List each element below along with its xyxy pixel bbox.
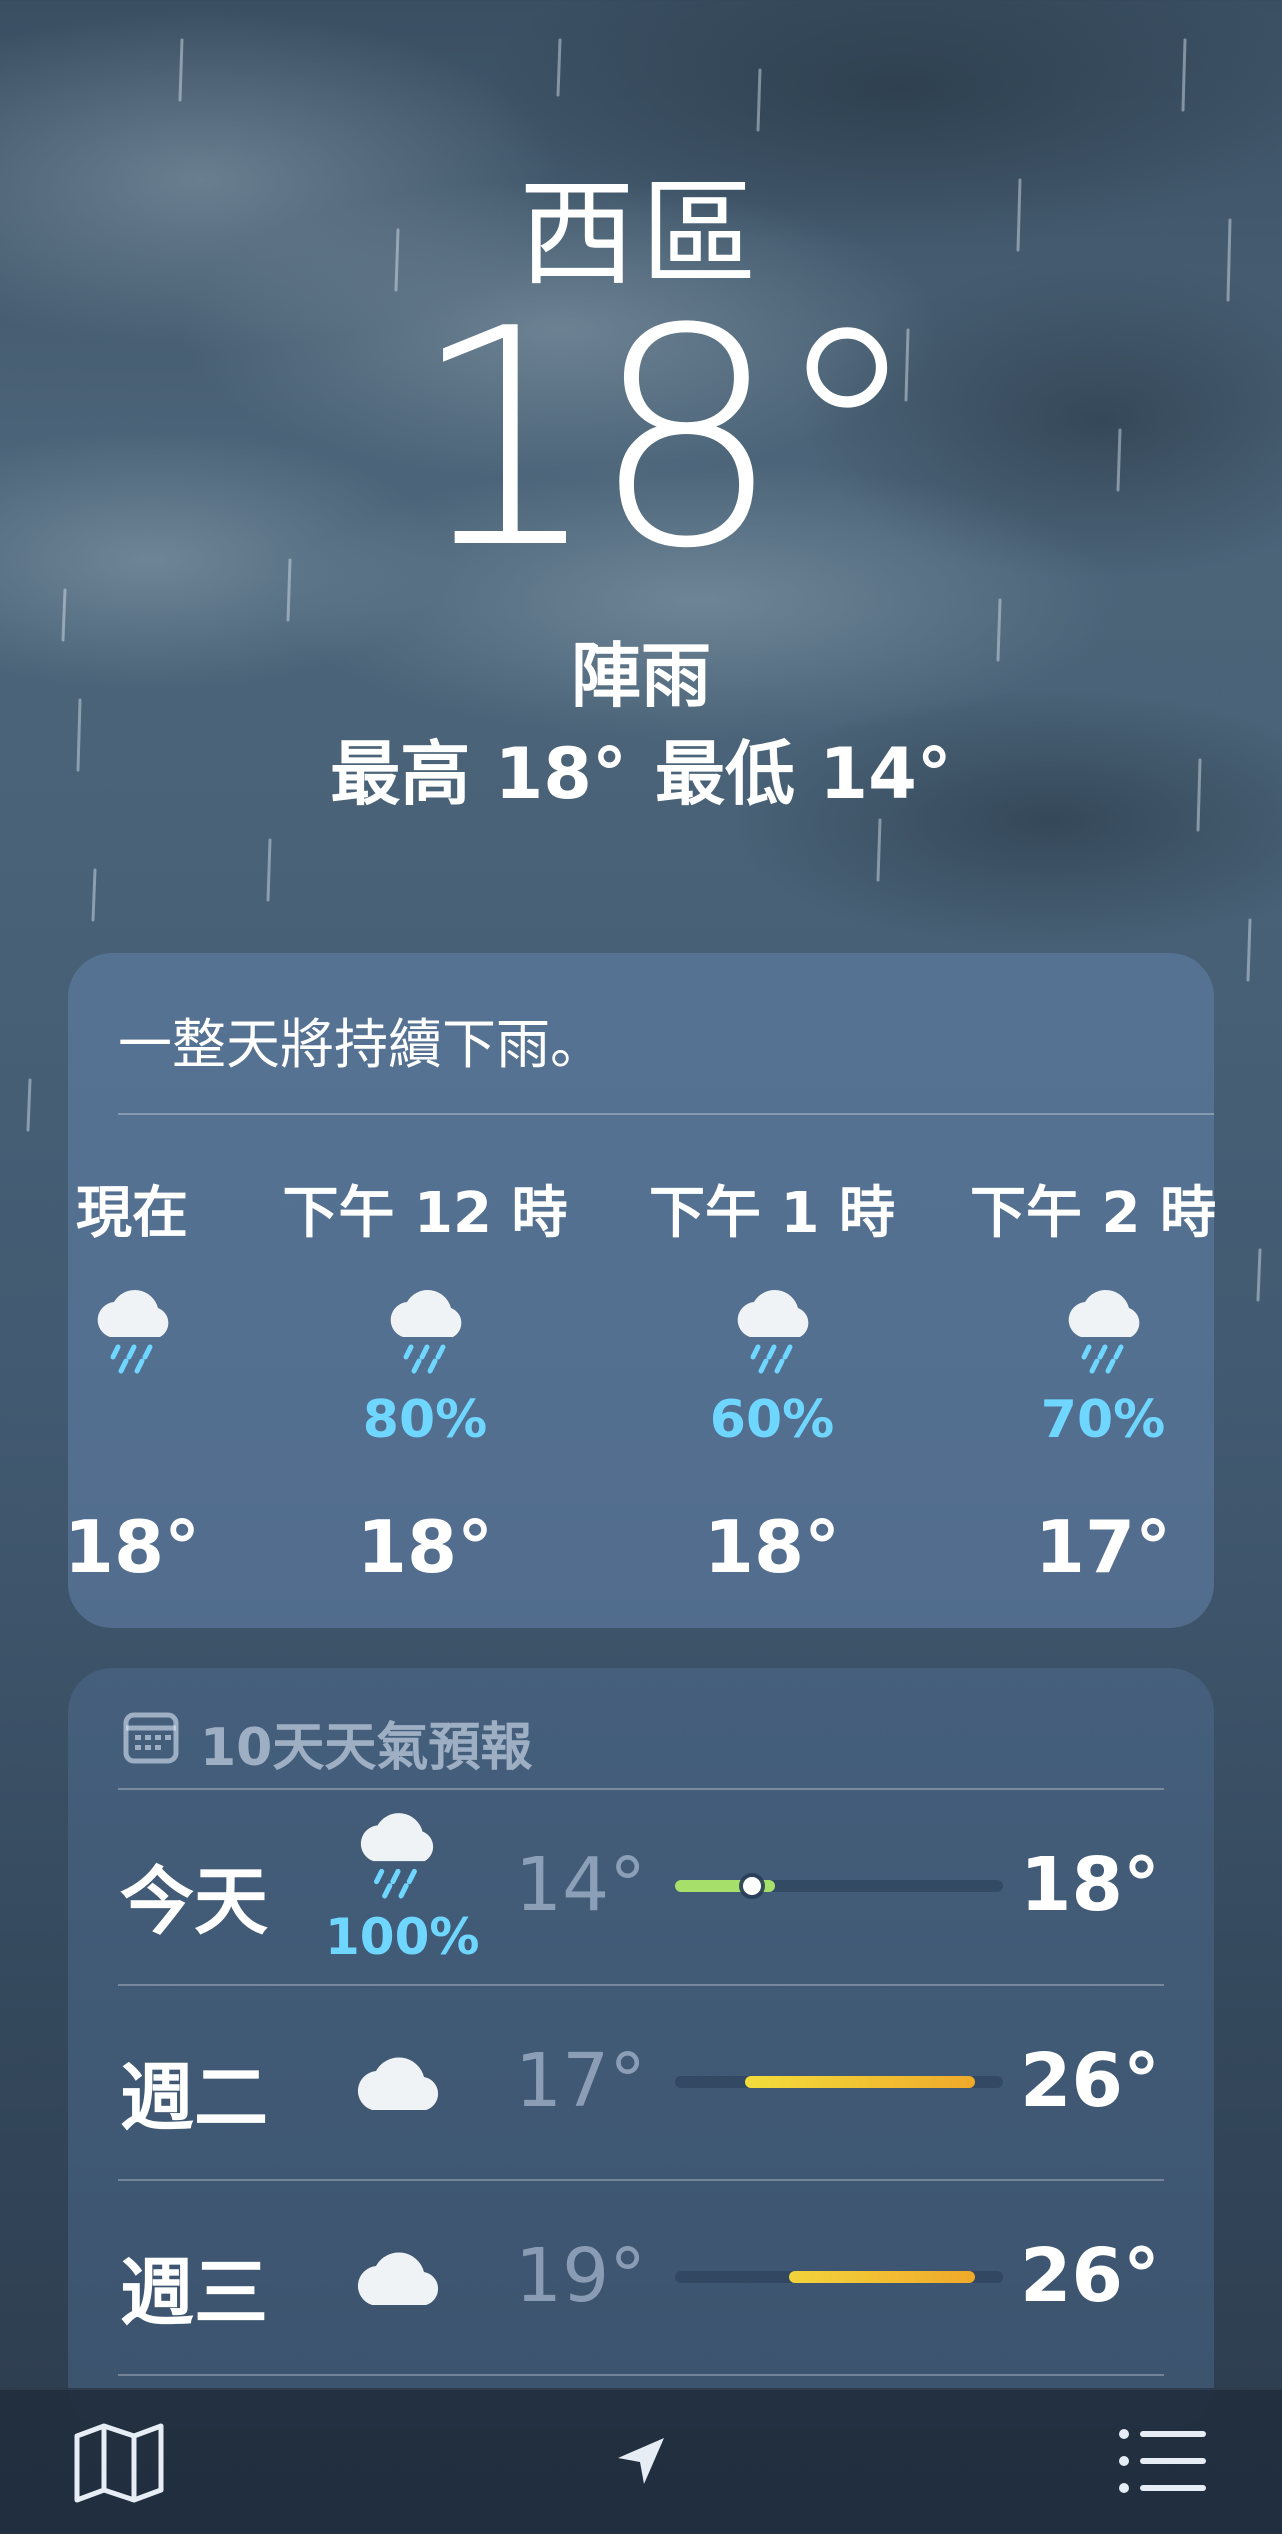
hourly-temperature: 18° — [63, 1505, 201, 1589]
hourly-temperature: 18° — [356, 1505, 494, 1589]
forecast-divider — [118, 2179, 1164, 2181]
hourly-precipitation: 70% — [1040, 1390, 1166, 1450]
temperature-range-fill — [789, 2271, 975, 2283]
temperature-range-fill — [745, 2076, 975, 2088]
bottom-toolbar — [0, 2388, 1282, 2534]
forecast-divider — [118, 2374, 1164, 2376]
hourly-temperature: 18° — [703, 1505, 841, 1589]
forecast-low: 14° — [515, 1842, 647, 1928]
hourly-temperature: 17° — [1034, 1505, 1172, 1589]
hourly-time: 現在 — [76, 1181, 188, 1246]
current-temperature-marker — [743, 1877, 761, 1895]
current-temperature: 18° — [410, 265, 922, 614]
hourly-time: 下午 1 時 — [649, 1181, 895, 1246]
location-arrow-icon[interactable] — [614, 2434, 668, 2488]
low-temperature: 最低 14° — [655, 733, 952, 815]
forecast-high: 18° — [1020, 1842, 1160, 1928]
cloud-icon — [357, 2252, 439, 2305]
forecast-divider — [118, 1984, 1164, 1986]
hourly-divider — [118, 1113, 1214, 1115]
hourly-time: 下午 12 時 — [282, 1181, 568, 1246]
forecast-day: 週三 — [120, 2250, 268, 2336]
forecast-high: 26° — [1020, 2233, 1160, 2319]
rain-cloud-icon — [390, 1290, 462, 1374]
forecast-low: 17° — [515, 2038, 647, 2124]
forecast-day: 今天 — [120, 1859, 268, 1945]
temperature-range-bar — [675, 1877, 1003, 1895]
temperature-range-bar — [675, 2076, 1003, 2088]
calendar-icon — [123, 1712, 179, 1764]
rain-cloud-icon — [737, 1290, 809, 1374]
forecast-high: 26° — [1020, 2038, 1160, 2124]
forecast-divider — [118, 1788, 1164, 1790]
temperature-range-bar — [675, 2271, 1003, 2283]
map-icon[interactable] — [72, 2422, 166, 2504]
forecast-title: 10天天氣預報 — [200, 1718, 533, 1778]
hourly-precipitation: 80% — [362, 1390, 488, 1450]
forecast-low: 19° — [515, 2233, 647, 2319]
hourly-time: 下午 2 時 — [970, 1181, 1216, 1246]
forecast-precipitation: 100% — [325, 1908, 480, 1966]
rain-cloud-icon — [1068, 1290, 1140, 1374]
rain-cloud-icon — [97, 1290, 169, 1374]
forecast-day: 週二 — [120, 2055, 268, 2141]
weather-condition: 陣雨 — [571, 635, 711, 717]
high-low-temperatures: 最高 18° 最低 14° — [0, 718, 1282, 819]
high-temperature: 最高 18° — [330, 733, 627, 815]
cloud-icon — [357, 2057, 439, 2110]
hourly-precipitation: 60% — [709, 1390, 835, 1450]
hourly-summary: 一整天將持續下雨。 — [118, 1013, 604, 1076]
list-icon[interactable] — [1118, 2426, 1208, 2496]
rain-cloud-icon — [360, 1813, 434, 1899]
